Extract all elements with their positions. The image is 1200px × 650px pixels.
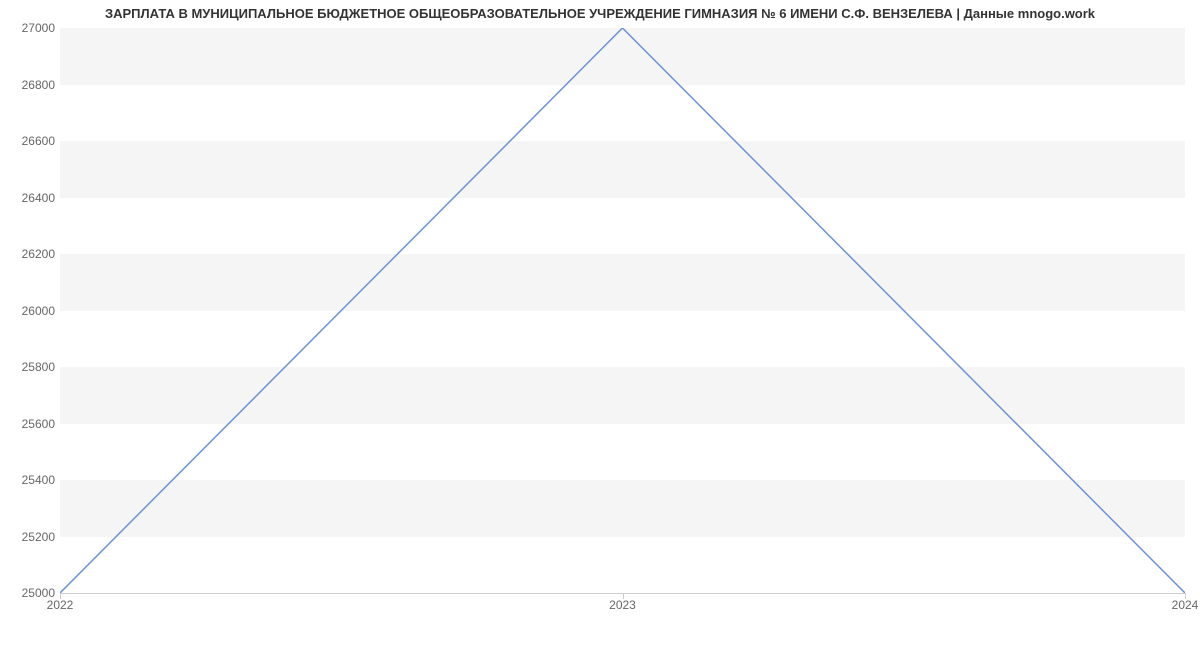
line-series xyxy=(60,28,1185,593)
y-tick-label: 26200 xyxy=(5,247,55,261)
x-tick-label: 2024 xyxy=(1172,598,1199,612)
y-tick-label: 25800 xyxy=(5,360,55,374)
x-tick-mark xyxy=(623,593,624,599)
x-tick-mark xyxy=(1185,593,1186,599)
x-tick-label: 2022 xyxy=(47,598,74,612)
data-line xyxy=(60,28,1185,593)
chart-title: ЗАРПЛАТА В МУНИЦИПАЛЬНОЕ БЮДЖЕТНОЕ ОБЩЕО… xyxy=(0,6,1200,21)
y-tick-label: 26000 xyxy=(5,304,55,318)
y-tick-label: 26600 xyxy=(5,134,55,148)
x-tick-label: 2023 xyxy=(609,598,636,612)
y-tick-label: 26800 xyxy=(5,78,55,92)
y-tick-label: 26400 xyxy=(5,191,55,205)
y-tick-label: 25600 xyxy=(5,417,55,431)
chart-container: ЗАРПЛАТА В МУНИЦИПАЛЬНОЕ БЮДЖЕТНОЕ ОБЩЕО… xyxy=(0,0,1200,650)
plot-area xyxy=(60,28,1185,593)
y-tick-label: 25200 xyxy=(5,530,55,544)
y-tick-label: 27000 xyxy=(5,21,55,35)
x-tick-mark xyxy=(60,593,61,599)
y-tick-label: 25400 xyxy=(5,473,55,487)
